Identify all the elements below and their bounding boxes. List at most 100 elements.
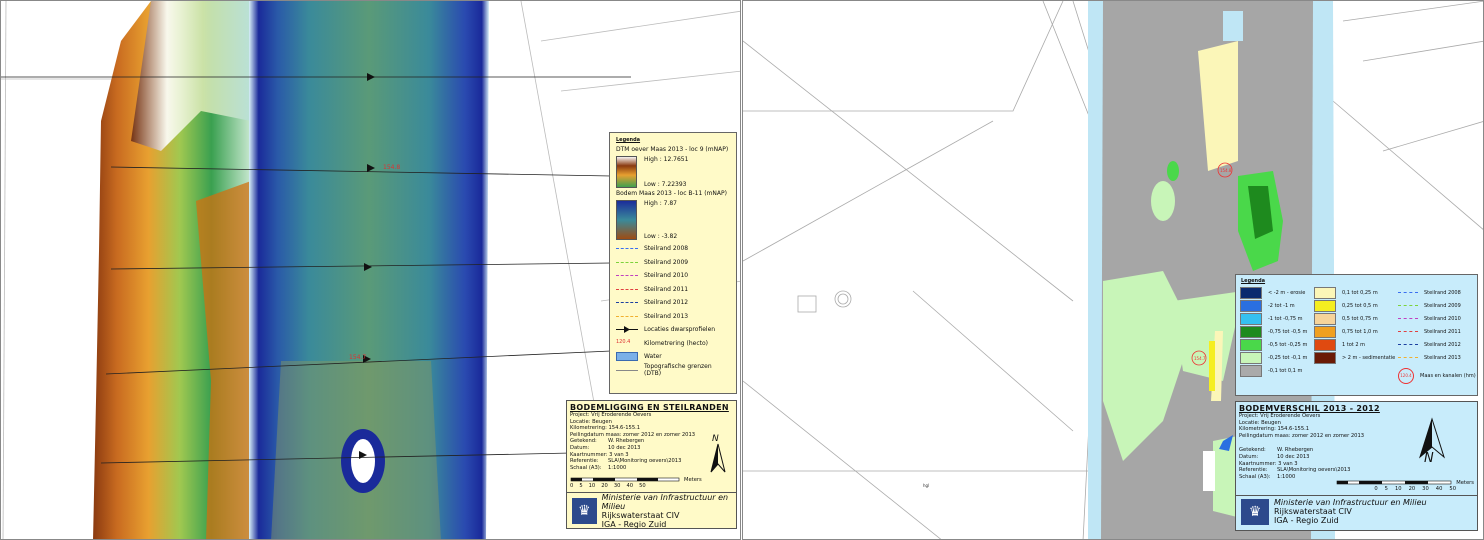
legend-row-steilrand: Steilrand 2012 bbox=[616, 296, 730, 310]
class-swatch bbox=[1314, 351, 1336, 364]
crest-icon: ♛ bbox=[1241, 498, 1269, 525]
legend-row-steilrand: Steilrand 2010 bbox=[616, 269, 730, 283]
legend-left: Legenda DTM oever Maas 2013 - loc 9 (mNA… bbox=[609, 132, 737, 394]
class-swatch bbox=[1240, 325, 1262, 338]
org-block: ♛ Ministerie van Infrastructuur en Milie… bbox=[567, 491, 736, 529]
km-symbol: 120.4 bbox=[1398, 367, 1414, 384]
legend-class-row: 0,1 tot 0,25 m bbox=[1314, 286, 1392, 299]
crest-icon: ♛ bbox=[572, 497, 597, 524]
legend-row-km: 120.4 Maas en kanalen (hm) bbox=[1398, 367, 1483, 384]
arrow-icon bbox=[616, 326, 638, 334]
legend-row-steilrand: Steilrand 2012 bbox=[1398, 338, 1483, 351]
legend-row-steilrand: Steilrand 2013 bbox=[1398, 351, 1483, 364]
steilrand-line-symbol bbox=[1398, 305, 1418, 306]
legend-class-row: > 2 m - sedimentatie bbox=[1314, 351, 1395, 364]
legend-row-water: Water bbox=[616, 350, 730, 364]
class-swatch bbox=[1240, 312, 1262, 325]
scale-tick: 50 bbox=[1449, 486, 1456, 493]
steilrand-line-symbol bbox=[616, 275, 638, 277]
title-block-right: BODEMVERSCHIL 2013 - 2012 Project: Vrij … bbox=[1235, 401, 1478, 531]
small-label: hgl bbox=[923, 483, 929, 488]
steilrand-line-symbol bbox=[1398, 357, 1418, 358]
north-arrow: N bbox=[1394, 417, 1474, 480]
legend-class-row: -0,25 tot -0,1 m bbox=[1240, 351, 1308, 364]
water-swatch bbox=[616, 352, 638, 362]
legend-class-row: 0,5 tot 0,75 m bbox=[1314, 312, 1392, 325]
class-swatch bbox=[1314, 299, 1336, 312]
north-arrow: N bbox=[707, 434, 733, 476]
title-block-left: BODEMLIGGING EN STEILRANDEN Project: Vri… bbox=[566, 400, 737, 529]
km-symbol: 120.4 bbox=[616, 338, 631, 345]
legend-row-profiel: Locaties dwarsprofielen bbox=[616, 323, 730, 337]
class-swatch bbox=[1314, 286, 1336, 299]
steilrand-line-symbol bbox=[616, 261, 638, 263]
bodem-gradient-swatch bbox=[616, 200, 637, 240]
legend-row-steilrand: Steilrand 2011 bbox=[616, 283, 730, 297]
legend-class-row: 1 tot 2 m bbox=[1314, 338, 1392, 351]
dtm-gradient-swatch bbox=[616, 156, 637, 188]
org-block: ♛ Ministerie van Infrastructuur en Milie… bbox=[1236, 494, 1477, 528]
scale-tick: 40 bbox=[1435, 486, 1443, 493]
legend-row-steilrand: Steilrand 2008 bbox=[1398, 286, 1483, 299]
scale-tick: 5 bbox=[1384, 486, 1388, 493]
class-swatch bbox=[1314, 325, 1336, 338]
steilrand-line-symbol bbox=[1398, 331, 1418, 332]
class-swatch bbox=[1314, 338, 1336, 351]
class-swatch bbox=[1240, 351, 1262, 364]
legend-heading: Legenda bbox=[616, 137, 641, 143]
km-marker-2: 154.7 bbox=[1194, 356, 1206, 361]
dtm-high: High : 12.7651 bbox=[644, 156, 689, 163]
dtm-low: Low : 7.22393 bbox=[644, 181, 687, 188]
legend-class-row: -1 tot -0,75 m bbox=[1240, 312, 1308, 325]
class-swatch bbox=[1240, 338, 1262, 351]
scale-tick: 10 bbox=[588, 483, 596, 490]
bodem-low: Low : -3.82 bbox=[644, 233, 678, 240]
legend-row-steilrand: Steilrand 2009 bbox=[1398, 299, 1483, 312]
scale-tick: 20 bbox=[1408, 486, 1416, 493]
scale-tick: 5 bbox=[579, 483, 583, 490]
class-swatch bbox=[1240, 299, 1262, 312]
scale-tick: 50 bbox=[639, 483, 646, 490]
km-marker-1: 154.8 bbox=[1220, 168, 1232, 173]
scale-tick: 0 bbox=[1374, 486, 1378, 493]
map-title: BODEMLIGGING EN STEILRANDEN bbox=[570, 403, 729, 412]
scale-tick: 10 bbox=[1394, 486, 1402, 493]
map-panel-bodemverschil: 154.8 154.7 hgl Legenda < -2 m - erosie -… bbox=[742, 0, 1484, 540]
legend-row-topo: Topografische grenzen (DTB) bbox=[616, 363, 730, 377]
steilrand-line-symbol bbox=[1398, 318, 1418, 319]
scale-tick: 0 bbox=[570, 483, 574, 490]
legend-class-row: -0,1 tot 0,1 m bbox=[1240, 364, 1308, 377]
legend-row-steilrand: Steilrand 2010 bbox=[1398, 312, 1483, 325]
steilrand-line-symbol bbox=[1398, 344, 1418, 345]
steilrand-line-symbol bbox=[616, 302, 638, 304]
legend-row-km: 120.4 Kilometrering (hecto) bbox=[616, 338, 709, 347]
scale-tick: 20 bbox=[601, 483, 608, 490]
km-marker-1: 154.8 bbox=[383, 164, 400, 171]
class-swatch bbox=[1240, 364, 1262, 377]
legend-row-steilrand: Steilrand 2011 bbox=[1398, 325, 1483, 338]
legend-class-row: < -2 m - erosie bbox=[1240, 286, 1308, 299]
map-panel-bodemligging: 154.8 154.7 Legenda DTM oever Maas 2013 … bbox=[0, 0, 741, 540]
scale-tick: 30 bbox=[1422, 486, 1429, 493]
bodem-title: Bodem Maas 2013 - loc B-11 (mNAP) bbox=[616, 190, 727, 197]
legend-col-diff-positive: 0,1 tot 0,25 m 0,25 tot 0,5 m 0,5 tot 0,75… bbox=[1314, 286, 1395, 382]
legend-right: Legenda < -2 m - erosie -2 tot -1 m -1 tot… bbox=[1235, 274, 1478, 396]
scale-ticks: 0 5 10 20 30 40 50 bbox=[1239, 486, 1474, 493]
legend-row-steilrand: Steilrand 2008 bbox=[616, 242, 730, 256]
class-swatch bbox=[1314, 312, 1336, 325]
steilrand-line-symbol bbox=[616, 248, 638, 250]
dtm-title: DTM oever Maas 2013 - loc 9 (mNAP) bbox=[616, 146, 729, 153]
scale-ticks: 0 5 10 20 30 40 50 bbox=[570, 483, 733, 490]
legend-row-steilrand: Steilrand 2013 bbox=[616, 310, 730, 324]
scale-tick: 40 bbox=[626, 483, 634, 490]
class-swatch bbox=[1240, 286, 1262, 299]
legend-class-row: -2 tot -1 m bbox=[1240, 299, 1308, 312]
legend-col-steilrand: Steilrand 2008 Steilrand 2009 Steilrand 20… bbox=[1398, 286, 1483, 384]
km-marker-2: 154.7 bbox=[349, 354, 366, 361]
legend-row-steilrand: Steilrand 2009 bbox=[616, 256, 730, 270]
legend-class-row: 0,25 tot 0,5 m bbox=[1314, 299, 1392, 312]
legend-col-diff-negative: < -2 m - erosie -2 tot -1 m -1 tot -0,75 m… bbox=[1240, 286, 1308, 382]
steilrand-line-symbol bbox=[1398, 292, 1418, 293]
map-title: BODEMVERSCHIL 2013 - 2012 bbox=[1239, 404, 1380, 413]
steilrand-list-left: Steilrand 2008 Steilrand 2009 Steilrand 20… bbox=[616, 242, 730, 323]
